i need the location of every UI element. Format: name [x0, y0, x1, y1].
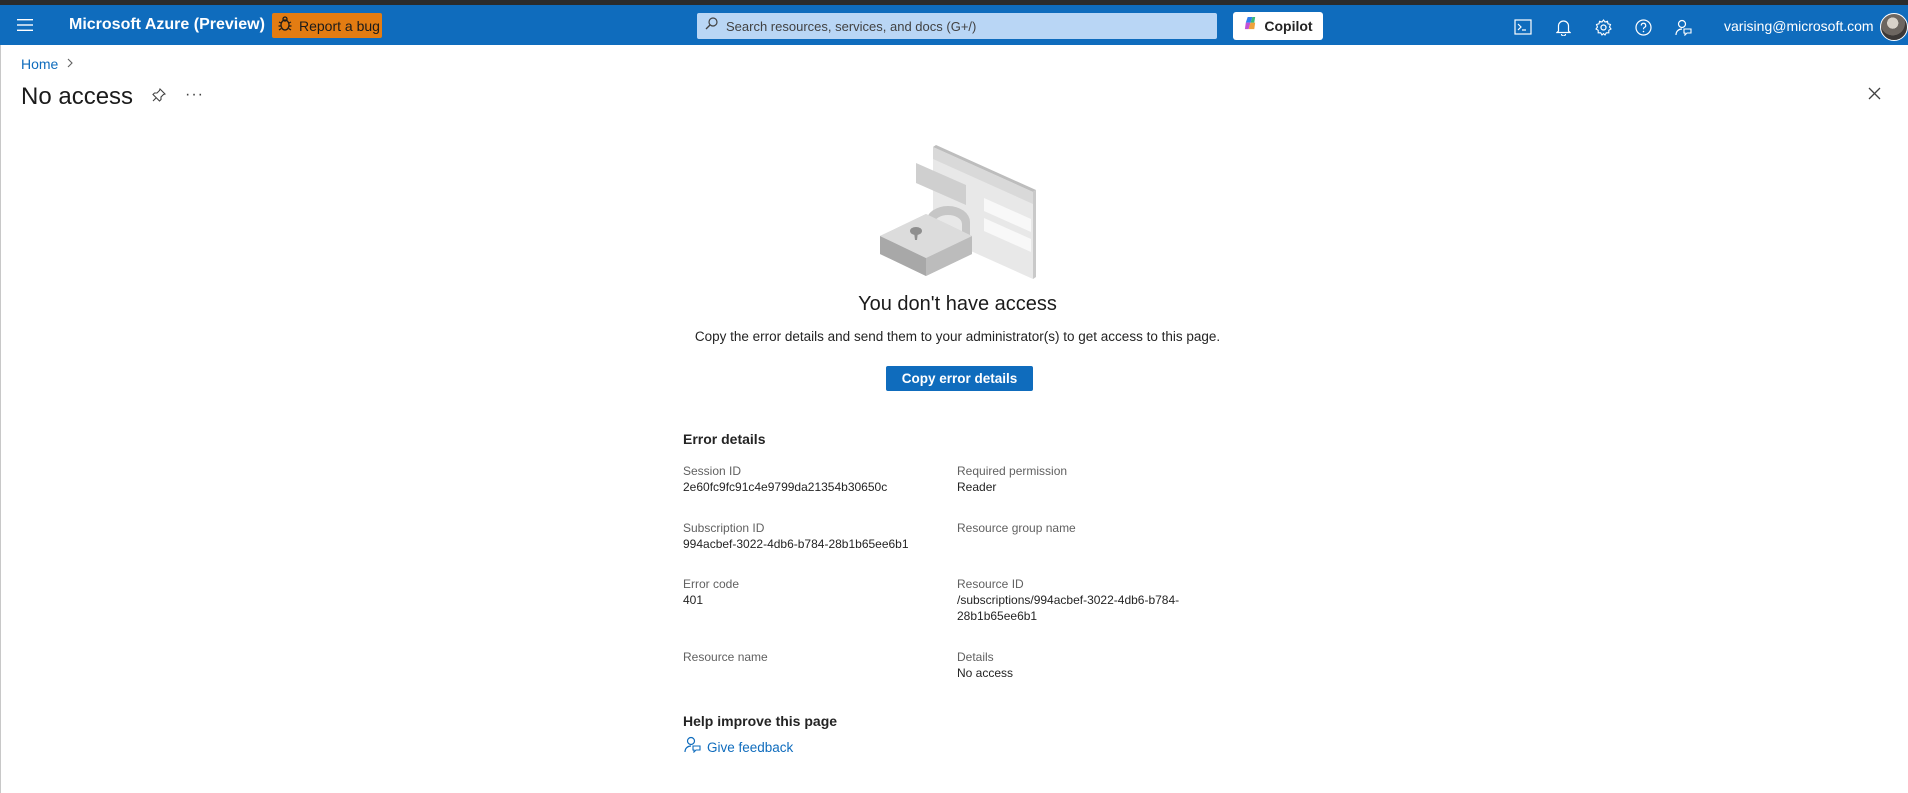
resource-name-field: Resource name — [683, 649, 943, 665]
help-icon[interactable] — [1632, 16, 1654, 38]
menu-icon[interactable] — [14, 15, 36, 35]
close-icon[interactable] — [1868, 87, 1881, 105]
more-options-icon[interactable]: ··· — [185, 86, 204, 104]
no-access-heading: You don't have access — [858, 293, 1057, 315]
resource-group-name-field: Resource group name — [957, 520, 1197, 536]
required-permission-field: Required permission Reader — [957, 463, 1197, 495]
field-value: /subscriptions/994acbef-3022-4db6-b784- … — [957, 593, 1180, 623]
subscription-id-field: Subscription ID 994acbef-3022-4db6-b784-… — [683, 520, 943, 552]
field-label: Required permission — [957, 464, 1068, 478]
error-details-title: Error details — [683, 431, 766, 447]
copilot-button[interactable]: Copilot — [1233, 12, 1323, 40]
field-value: 994acbef-3022-4db6-b784-28b1b65ee6b1 — [683, 537, 909, 551]
cloud-shell-icon[interactable] — [1512, 16, 1534, 38]
give-feedback-link[interactable]: Give feedback — [683, 736, 793, 758]
no-access-subtext: Copy the error details and send them to … — [694, 329, 1221, 344]
report-bug-button[interactable]: Report a bug — [272, 13, 382, 38]
copy-error-details-button[interactable]: Copy error details — [886, 366, 1033, 391]
resource-id-field: Resource ID /subscriptions/994acbef-3022… — [957, 576, 1197, 624]
field-label: Session ID — [683, 464, 742, 478]
field-value: 401 — [683, 593, 704, 607]
lock-illustration — [876, 144, 1036, 284]
field-label: Details — [957, 650, 994, 664]
session-id-field: Session ID 2e60fc9fc91c4e9799da21354b306… — [683, 463, 943, 495]
search-input[interactable] — [726, 18, 1216, 34]
avatar[interactable] — [1880, 13, 1908, 41]
page-title: No access — [21, 83, 134, 110]
feedback-icon[interactable] — [1672, 16, 1694, 38]
field-label: Resource group name — [957, 521, 1076, 535]
field-label: Subscription ID — [683, 521, 765, 535]
gear-icon[interactable] — [1592, 16, 1614, 38]
copilot-icon — [1243, 16, 1258, 36]
error-code-field: Error code 401 — [683, 576, 943, 608]
report-bug-label: Report a bug — [299, 17, 380, 34]
field-label: Resource ID — [957, 577, 1024, 591]
field-value: Reader — [957, 480, 997, 494]
field-value: 2e60fc9fc91c4e9799da21354b30650c — [683, 480, 888, 494]
chevron-right-icon — [67, 55, 74, 73]
app-title[interactable]: Microsoft Azure (Preview) — [69, 16, 265, 34]
feedback-person-icon — [683, 736, 701, 758]
breadcrumb: Home — [21, 55, 74, 73]
field-label: Error code — [683, 577, 740, 591]
user-email[interactable]: varising@microsoft.com — [1724, 18, 1874, 34]
bell-icon[interactable] — [1552, 16, 1574, 38]
bug-icon — [278, 15, 292, 36]
top-bar: Microsoft Azure (Preview) Report a bug C… — [0, 0, 1908, 45]
search-box[interactable] — [697, 13, 1217, 39]
breadcrumb-home-link[interactable]: Home — [21, 56, 58, 72]
help-improve-title: Help improve this page — [683, 713, 838, 729]
field-value: No access — [957, 666, 1014, 680]
pin-icon[interactable] — [152, 87, 167, 107]
field-label: Resource name — [683, 650, 768, 664]
details-field: Details No access — [957, 649, 1197, 681]
left-edge — [0, 45, 1, 793]
copilot-label: Copilot — [1264, 18, 1313, 34]
search-icon — [705, 17, 718, 35]
give-feedback-label: Give feedback — [707, 739, 794, 755]
